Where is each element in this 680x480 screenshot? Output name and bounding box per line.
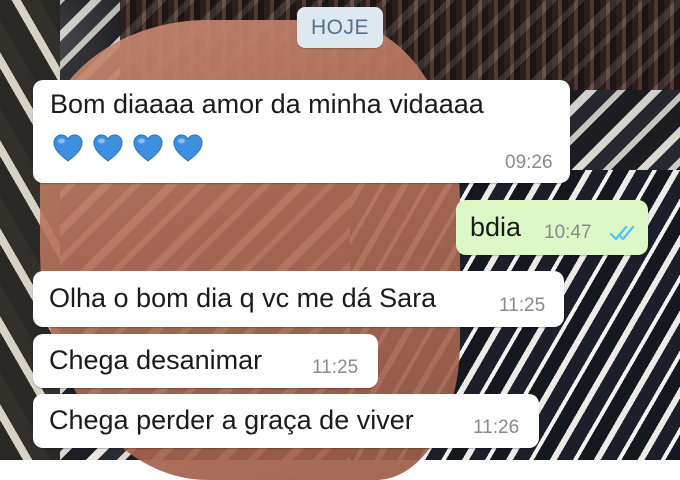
message-text: bdia [470, 212, 522, 242]
message-text: Chega desanimar [49, 345, 263, 375]
message-bubble-incoming[interactable]: Bom diaaaa amor da minha vidaaaa 09:26 [33, 80, 570, 183]
message-bubble-outgoing[interactable]: bdia 10:47 [456, 200, 648, 255]
message-text: Olha o bom dia q vc me dá Sara [49, 283, 437, 313]
blue-heart-icon [133, 134, 163, 162]
double-check-read-icon [610, 225, 635, 241]
blue-heart-icon [93, 134, 123, 162]
blue-heart-icon [173, 134, 203, 162]
emoji-row [52, 132, 204, 164]
message-time: 11:25 [499, 295, 546, 316]
message-text: Chega perder a graça de viver [49, 405, 414, 435]
message-bubble-incoming[interactable]: Olha o bom dia q vc me dá Sara 11:25 [33, 271, 564, 327]
message-bubble-incoming[interactable]: Chega perder a graça de viver 11:26 [33, 394, 539, 448]
date-divider-label: HOJE [310, 15, 369, 39]
message-time: 11:25 [312, 357, 359, 378]
message-bubble-incoming[interactable]: Chega desanimar 11:25 [33, 334, 378, 388]
message-time: 11:26 [473, 417, 520, 438]
date-divider: HOJE [297, 7, 383, 48]
blue-heart-icon [53, 134, 83, 162]
message-time: 10:47 [544, 222, 592, 243]
message-text: Bom diaaaa amor da minha vidaaaa [50, 89, 484, 119]
message-time: 09:26 [505, 152, 553, 173]
